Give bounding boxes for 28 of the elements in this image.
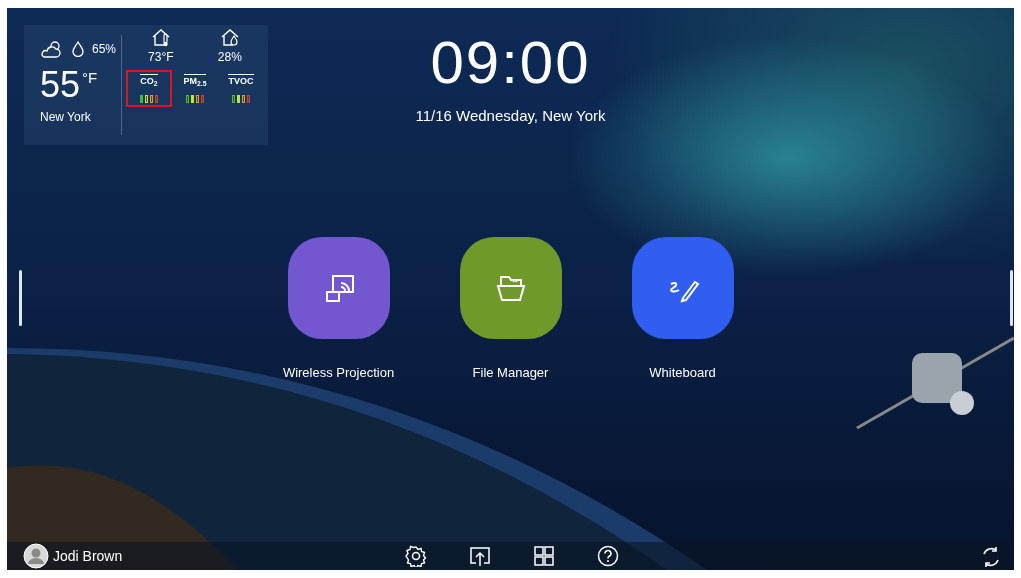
- humidity-value: 65%: [92, 41, 117, 58]
- droplet-icon: [72, 41, 84, 57]
- city-name: New York: [40, 109, 92, 126]
- temperature-value: 55: [40, 64, 81, 105]
- app-tile[interactable]: [459, 237, 562, 339]
- app-label[interactable]: File Manager: [472, 363, 549, 383]
- partly-cloudy-icon: [40, 39, 64, 59]
- user-name[interactable]: Jodi Brown: [53, 545, 123, 567]
- indoor-reading: 73°F: [148, 49, 174, 66]
- sensor-label: TVOC: [228, 74, 254, 87]
- app-tile[interactable]: [631, 237, 734, 339]
- grid-button[interactable]: [533, 545, 555, 567]
- clock-time: 09:00: [429, 33, 592, 93]
- date-location: 11/16 Wednesday, New York: [415, 106, 606, 126]
- upload-screen-button[interactable]: [469, 545, 491, 567]
- avatar-icon[interactable]: [23, 543, 49, 569]
- help-button[interactable]: [597, 545, 619, 567]
- sensor-label: CO$_{2}$: [140, 74, 158, 87]
- settings-button[interactable]: [405, 545, 427, 567]
- app-label[interactable]: Whiteboard: [649, 363, 716, 383]
- rotate-icon[interactable]: [980, 545, 1002, 568]
- app-label[interactable]: Wireless Projection: [282, 363, 395, 383]
- side-handle[interactable]: [19, 270, 22, 326]
- side-handle[interactable]: [1010, 270, 1013, 326]
- sensor-label: PM$_{2.5}$: [183, 74, 207, 87]
- temperature-unit: °F: [82, 69, 98, 86]
- indoor-reading: 28%: [217, 49, 242, 66]
- app-tile[interactable]: [287, 237, 390, 339]
